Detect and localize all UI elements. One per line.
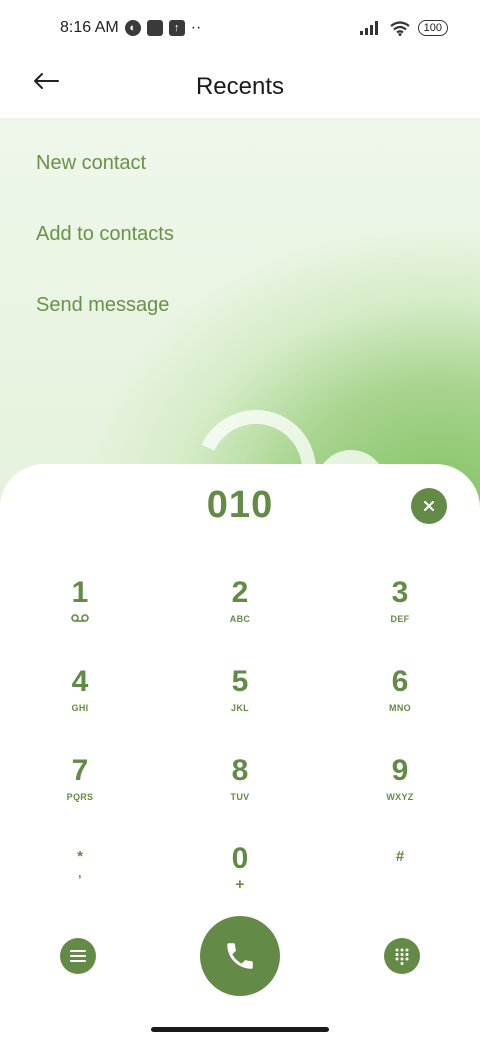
arrow-left-icon [34,73,59,89]
key-digit: 1 [71,576,89,609]
clear-button[interactable] [411,488,447,524]
key-digit: 8 [231,754,249,787]
phone-icon [227,943,253,969]
dial-key-2[interactable]: 2 ABC [180,576,300,656]
call-button[interactable] [200,916,280,996]
battery-indicator: 100 [417,20,448,36]
status-bar: 8:16 AM ◐ ↑ ·· 100 [0,0,480,56]
key-digit: 2 [231,576,249,609]
key-letters: + [235,876,245,893]
key-letters: DEF [390,614,410,624]
dial-key-0[interactable]: 0 + [180,842,300,922]
key-letters: PQRS [66,792,94,802]
key-digit: 6 [391,665,409,698]
dial-key-9[interactable]: 9 WXYZ [340,754,460,834]
dial-key-7[interactable]: 7 PQRS [20,754,140,834]
dial-key-4[interactable]: 4 GHI [20,665,140,745]
voicemail-icon [71,614,89,622]
key-digit: 3 [391,576,409,609]
options-menu: New contact Add to contacts Send message [36,128,174,341]
key-letters: , [78,866,82,880]
wifi-icon [389,20,410,36]
signal-icon [359,21,378,35]
home-indicator[interactable] [151,1027,329,1032]
dialpad-sheet: 010 1 2 ABC 3 DEF 4 GHI 5 JKL 6 MNO 7 PQ… [0,464,480,1040]
page-title: Recents [195,73,285,100]
dial-key-8[interactable]: 8 TUV [180,754,300,834]
key-letters: GHI [71,703,89,713]
menu-item-send-message[interactable]: Send message [36,270,174,341]
dialed-number: 010 [206,484,274,526]
dialpad-icon [395,948,409,965]
dial-key-6[interactable]: 6 MNO [340,665,460,745]
menu-icon [70,950,86,962]
dial-key-star[interactable]: * , [20,842,140,922]
more-notifications-icon: ·· [190,19,202,36]
key-digit: 4 [71,665,89,698]
key-letters: JKL [231,703,249,713]
status-time: 8:16 AM [60,19,119,36]
key-digit: 0 [231,842,249,875]
upload-icon: ↑ [168,20,185,36]
dial-key-5[interactable]: 5 JKL [180,665,300,745]
menu-item-add-to-contacts[interactable]: Add to contacts [36,199,174,270]
menu-button[interactable] [60,938,96,974]
key-digit: # [395,848,405,865]
key-letters: WXYZ [386,792,414,802]
key-digit: 7 [71,754,89,787]
app-header: Recents [0,56,480,118]
dial-key-hash[interactable]: # [340,842,460,922]
data-saver-icon: ◐ [124,20,141,36]
dial-key-1[interactable]: 1 [20,576,140,656]
key-letters: ABC [229,614,251,624]
close-icon [424,501,434,511]
app-notification-icon [146,20,163,36]
key-letters: TUV [230,792,250,802]
back-button[interactable] [28,66,64,96]
dial-key-3[interactable]: 3 DEF [340,576,460,656]
dialpad-toggle-button[interactable] [384,938,420,974]
key-letters: MNO [389,703,411,713]
key-digit: 5 [231,665,249,698]
key-digit: 9 [391,754,409,787]
menu-item-new-contact[interactable]: New contact [36,128,174,199]
